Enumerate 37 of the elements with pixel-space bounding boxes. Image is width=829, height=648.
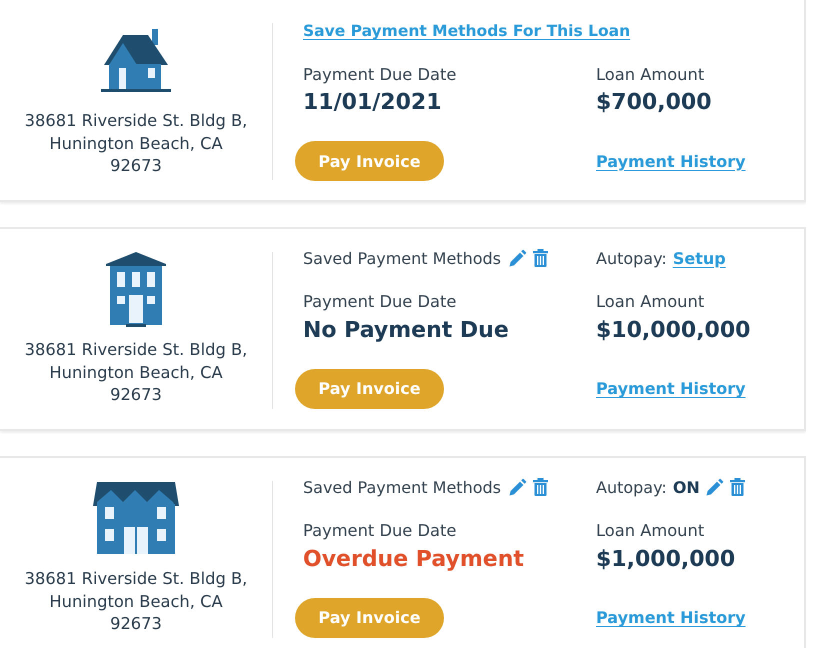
- edit-icon[interactable]: [706, 478, 724, 496]
- payment-history-link[interactable]: Payment History: [596, 379, 746, 398]
- property-address: 38681 Riverside St. Bldg B, Hunington Beach, CA 92673: [24, 110, 248, 177]
- due-date-value: Overdue Payment: [303, 546, 525, 574]
- due-date-value: 11/01/2021: [303, 89, 443, 117]
- payment-history-link[interactable]: Payment History: [596, 608, 746, 628]
- due-date-label: Payment Due Date: [303, 64, 458, 86]
- save-payment-methods-link[interactable]: Save Payment Methods For This Loan: [303, 22, 630, 40]
- loan-amount-value: $700,000: [596, 89, 713, 117]
- loan-amount-label: Loan Amount: [596, 291, 706, 314]
- duplex-house-icon: [93, 482, 179, 554]
- loan-amount-value: $10,000,000: [596, 316, 752, 345]
- house-icon: [101, 27, 171, 93]
- loan-amount-value: $1,000,000: [596, 546, 736, 574]
- building-icon: [106, 251, 166, 327]
- delete-icon[interactable]: [533, 478, 548, 496]
- autopay-status: ON: [672, 478, 700, 497]
- loan-amount-label: Loan Amount: [596, 64, 706, 86]
- autopay-label: Autopay:: [596, 478, 667, 497]
- pay-invoice-button[interactable]: Pay Invoice: [295, 598, 444, 638]
- property-address: 38681 Riverside St. Bldg B, Hunington Beach, CA 92673: [24, 339, 248, 406]
- edit-icon[interactable]: [509, 249, 527, 268]
- delete-icon[interactable]: [533, 249, 548, 268]
- saved-methods-label: Saved Payment Methods: [303, 478, 501, 497]
- due-date-label: Payment Due Date: [303, 520, 458, 542]
- delete-icon[interactable]: [730, 478, 745, 496]
- pay-invoice-button[interactable]: Pay Invoice: [295, 141, 444, 181]
- loan-amount-label: Loan Amount: [596, 520, 706, 542]
- autopay-label: Autopay:: [596, 248, 667, 268]
- edit-icon[interactable]: [509, 478, 527, 496]
- due-date-value: No Payment Due: [303, 316, 510, 345]
- payment-history-link[interactable]: Payment History: [596, 152, 746, 170]
- property-address: 38681 Riverside St. Bldg B, Hunington Beach, CA 92673: [24, 568, 248, 635]
- due-date-label: Payment Due Date: [303, 291, 458, 314]
- saved-methods-label: Saved Payment Methods: [303, 248, 501, 268]
- pay-invoice-button[interactable]: Pay Invoice: [295, 368, 444, 409]
- autopay-setup-link[interactable]: Setup: [672, 248, 726, 268]
